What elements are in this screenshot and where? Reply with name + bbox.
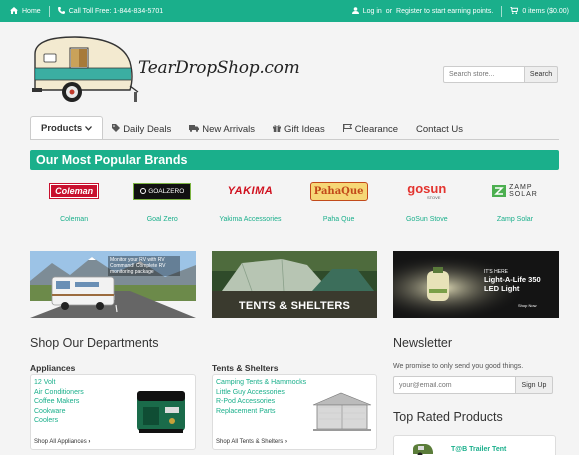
shop-all-appliances-link[interactable]: Shop All Appliances › xyxy=(34,439,90,445)
dept-appliances-title[interactable]: Appliances xyxy=(30,363,75,373)
coleman-logo: Coleman xyxy=(49,176,100,206)
or-text: or xyxy=(385,7,393,15)
nav-label: Gift Ideas xyxy=(284,123,325,135)
search-button[interactable]: Search xyxy=(525,66,558,83)
home-link[interactable]: Home xyxy=(22,8,41,15)
nav-label: Contact Us xyxy=(416,123,464,135)
main-nav: Products Daily Deals New Arrivals Gift I… xyxy=(30,115,472,139)
brand-zamp-solar[interactable]: ZAMP SOLAR Zamp Solar xyxy=(471,176,559,232)
dept-link[interactable]: R-Pod Accessories xyxy=(216,397,306,407)
banner-title: TENTS & SHELTERS xyxy=(238,300,351,312)
dept-link[interactable]: Little Guy Accessories xyxy=(216,388,306,398)
brands-row: Coleman Coleman GOALZERO Goal Zero YAKIM… xyxy=(30,176,559,232)
top-rated-product-card[interactable]: T@B Trailer Tent xyxy=(393,435,556,455)
phone-icon xyxy=(57,6,65,16)
yakima-logo: YAKIMA xyxy=(227,185,274,197)
nav-label: Products xyxy=(41,122,83,134)
trailer-tent-thumbnail xyxy=(412,442,434,455)
brand-label[interactable]: Paha Que xyxy=(323,216,355,223)
brand-coleman[interactable]: Coleman Coleman xyxy=(30,176,118,232)
nav-contact-us[interactable]: Contact Us xyxy=(407,119,472,139)
dept-link[interactable]: Replacement Parts xyxy=(216,407,306,417)
email-field[interactable] xyxy=(393,376,516,394)
tag-icon xyxy=(112,123,121,135)
dept-link[interactable]: Camping Tents & Hammocks xyxy=(216,378,306,388)
banner-subheadline: LED Light xyxy=(484,284,520,293)
goal-zero-logo: GOALZERO xyxy=(133,176,192,206)
dept-link[interactable]: 12 Volt xyxy=(34,378,84,388)
flag-icon xyxy=(342,123,353,135)
nav-label: New Arrivals xyxy=(202,123,256,135)
nav-clearance[interactable]: Clearance xyxy=(334,119,407,139)
newsletter-text: We promise to only send you good things. xyxy=(393,363,524,370)
product-name-link[interactable]: T@B Trailer Tent xyxy=(451,446,506,453)
brand-paha-que[interactable]: PahaQue Paha Que xyxy=(295,176,383,232)
top-bar: Home Call Toll Free: 1-844-834-5701 Log … xyxy=(0,0,579,22)
banner-text: IT'S HERE Light-A-Life 350 LED Light xyxy=(484,269,541,293)
dept-link[interactable]: Cookware xyxy=(34,407,84,417)
brand-goal-zero[interactable]: GOALZERO Goal Zero xyxy=(118,176,206,232)
rv-command-banner[interactable]: Monitor your RV with RV Command! Complet… xyxy=(30,251,196,318)
nav-daily-deals[interactable]: Daily Deals xyxy=(103,119,180,139)
generator-image xyxy=(135,385,191,439)
site-logo-text[interactable]: TearDropShop.com xyxy=(138,58,300,78)
brand-label[interactable]: GoSun Stove xyxy=(406,216,448,223)
nav-new-arrivals[interactable]: New Arrivals xyxy=(180,119,264,139)
paha-que-logo: PahaQue xyxy=(309,176,368,206)
dept-appliances-card: 12 Volt Air Conditioners Coffee Makers C… xyxy=(30,374,196,450)
divider xyxy=(48,5,50,17)
phone-text: Call Toll Free: 1-844-834-5701 xyxy=(68,7,164,15)
shop-all-label: Shop All Appliances xyxy=(34,439,87,445)
shop-now-link[interactable]: Shop Now xyxy=(518,303,536,308)
dept-tents-links: Camping Tents & Hammocks Little Guy Acce… xyxy=(216,378,306,416)
brand-yakima[interactable]: YAKIMA Yakima Accessories xyxy=(206,176,294,232)
cart-link[interactable]: 0 items ($0.00) xyxy=(522,8,569,15)
brand-gosun[interactable]: gosun STOVE GoSun Stove xyxy=(383,176,471,232)
nav-label: Daily Deals xyxy=(123,123,172,135)
nav-gift-ideas[interactable]: Gift Ideas xyxy=(264,119,334,139)
nav-products[interactable]: Products xyxy=(30,116,104,139)
home-icon[interactable] xyxy=(10,6,18,16)
dept-appliances-links: 12 Volt Air Conditioners Coffee Makers C… xyxy=(34,378,84,426)
user-icon xyxy=(351,6,359,16)
dept-tents-card: Camping Tents & Hammocks Little Guy Acce… xyxy=(212,374,377,450)
departments-heading: Shop Our Departments xyxy=(30,336,159,350)
brand-label[interactable]: Goal Zero xyxy=(147,216,178,223)
chevron-right-icon: › xyxy=(284,439,287,445)
register-link[interactable]: Register to start earning points. xyxy=(396,8,493,15)
dept-link[interactable]: Coolers xyxy=(34,416,84,426)
newsletter-heading: Newsletter xyxy=(393,336,453,350)
dept-link[interactable]: Coffee Makers xyxy=(34,397,84,407)
banner-caption: Monitor your RV with RV Command! Complet… xyxy=(108,256,180,276)
divider xyxy=(501,5,503,17)
chevron-right-icon: › xyxy=(88,439,91,445)
light-a-life-banner[interactable]: IT'S HERE Light-A-Life 350 LED Light Sho… xyxy=(393,251,559,318)
dept-link[interactable]: Air Conditioners xyxy=(34,388,84,398)
brand-label[interactable]: Coleman xyxy=(60,216,88,223)
brand-label[interactable]: Yakima Accessories xyxy=(219,216,281,223)
banner-headline: Light-A-Life 350 xyxy=(484,275,541,284)
chevron-down-icon xyxy=(85,123,93,134)
gift-icon xyxy=(273,124,282,135)
tents-shelters-banner[interactable]: TENTS & SHELTERS xyxy=(212,251,377,318)
teardrop-trailer-logo[interactable] xyxy=(30,32,140,102)
zamp-solar-logo: ZAMP SOLAR xyxy=(492,176,538,206)
search-form: Search xyxy=(443,66,558,83)
nav-underline xyxy=(30,139,559,140)
nav-label: Clearance xyxy=(354,123,399,135)
top-rated-heading: Top Rated Products xyxy=(393,410,503,424)
canopy-image xyxy=(311,391,373,435)
gosun-logo: gosun STOVE xyxy=(407,180,447,200)
search-input[interactable] xyxy=(443,66,525,83)
site-header: TearDropShop.com Search Products Daily D… xyxy=(0,22,579,140)
cart-icon[interactable] xyxy=(510,6,519,16)
login-link[interactable]: Log in xyxy=(363,8,382,15)
shop-all-label: Shop All Tents & Shelters xyxy=(216,439,284,445)
dept-tents-title[interactable]: Tents & Shelters xyxy=(212,363,278,373)
brand-label[interactable]: Zamp Solar xyxy=(497,216,533,223)
shop-all-tents-link[interactable]: Shop All Tents & Shelters › xyxy=(216,439,287,445)
brands-heading: Our Most Popular Brands xyxy=(30,150,559,170)
truck-icon xyxy=(189,124,200,135)
sign-up-button[interactable]: Sign Up xyxy=(515,376,553,394)
